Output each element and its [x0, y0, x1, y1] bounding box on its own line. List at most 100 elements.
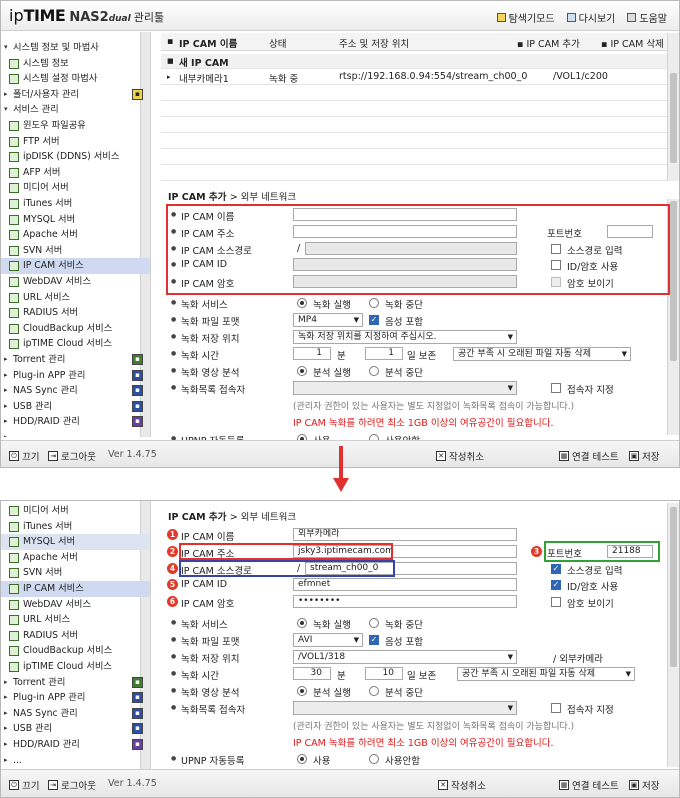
- expand-icon[interactable]: ▸: [4, 352, 8, 368]
- file-format-select[interactable]: AVI ▼: [293, 633, 363, 647]
- sidebar-item[interactable]: iTunes 서버: [1, 196, 150, 212]
- form-scrollbar[interactable]: [667, 503, 679, 767]
- list-scrollbar[interactable]: [667, 33, 679, 181]
- delete-ipcam-button[interactable]: ▪ IP CAM 삭제: [601, 36, 664, 50]
- save-location-select[interactable]: 녹화 저장 위치를 지정하여 주십시오. ▼: [293, 330, 517, 344]
- access-user-select[interactable]: ▼: [293, 381, 517, 395]
- sidebar-item[interactable]: ▸...: [1, 753, 150, 769]
- sidebar-item[interactable]: ▸ Plug-in APP 관리 ▪: [1, 368, 150, 384]
- connection-test-button[interactable]: ▦ 연결 테스트: [559, 449, 619, 463]
- sidebar-item[interactable]: 윈도우 파일공유: [1, 118, 150, 134]
- sidebar-item[interactable]: IP CAM 서비스: [1, 581, 150, 597]
- replay-link[interactable]: 다시보기: [566, 10, 615, 25]
- sidebar-item[interactable]: ipTIME Cloud 서비스: [1, 336, 150, 352]
- audio-checkbox[interactable]: ✓: [369, 315, 379, 325]
- ipcam-pw-input[interactable]: [293, 275, 517, 288]
- sidebar-item[interactable]: SVN 서버: [1, 565, 150, 581]
- save-button[interactable]: ▣ 저장: [629, 778, 659, 792]
- sidebar-item[interactable]: MYSQL 서버: [1, 534, 150, 550]
- expand-icon[interactable]: ▸: [4, 414, 8, 430]
- sidebar-item[interactable]: CloudBackup 서비스: [1, 643, 150, 659]
- sidebar-item[interactable]: ▸ HDD/RAID 관리 ▪: [1, 737, 150, 753]
- sidebar-item[interactable]: WebDAV 서비스: [1, 274, 150, 290]
- sidebar-item[interactable]: WebDAV 서비스: [1, 597, 150, 613]
- cancel-button[interactable]: ✕ 작성취소: [436, 449, 484, 463]
- sidebar-item[interactable]: 미디어 서버: [1, 180, 150, 196]
- collapse-icon[interactable]: ▾: [4, 40, 8, 56]
- sidebar-item[interactable]: URL 서비스: [1, 612, 150, 628]
- sidebar-item[interactable]: ipDISK (DDNS) 서비스: [1, 149, 150, 165]
- sidebar-item[interactable]: MYSQL 서버: [1, 212, 150, 228]
- collapse-icon[interactable]: ▾: [4, 102, 8, 118]
- sidebar-item[interactable]: ▸ NAS Sync 관리 ▪: [1, 706, 150, 722]
- sidebar-item[interactable]: URL 서비스: [1, 290, 150, 306]
- sidebar-item[interactable]: Apache 서버: [1, 227, 150, 243]
- sidebar-item[interactable]: ▸ USB 관리 ▪: [1, 721, 150, 737]
- upnp-use-radio[interactable]: [297, 754, 307, 764]
- auto-delete-select[interactable]: 공간 부족 시 오래된 파일 자동 삭제 ▼: [457, 667, 635, 681]
- sidebar-item[interactable]: iTunes 서버: [1, 519, 150, 535]
- idpw-use-checkbox[interactable]: ✓: [551, 580, 561, 590]
- sidebar-item[interactable]: SVN 서버: [1, 243, 150, 259]
- auto-delete-select[interactable]: 공간 부족 시 오래된 파일 자동 삭제 ▼: [453, 347, 631, 361]
- sidebar-item[interactable]: CloudBackup 서비스: [1, 321, 150, 337]
- ipcam-name-input[interactable]: [293, 208, 517, 221]
- expand-icon[interactable]: ▸: [4, 87, 8, 103]
- rec-stop-radio[interactable]: [369, 298, 379, 308]
- ipcam-src-input[interactable]: [305, 242, 517, 255]
- sidebar-item[interactable]: ▸ NAS Sync 관리 ▪: [1, 383, 150, 399]
- pw-show-checkbox[interactable]: [551, 277, 561, 287]
- ipcam-addr-input[interactable]: [293, 225, 517, 238]
- new-ipcam-row[interactable]: ■ 새 IP CAM: [161, 54, 667, 69]
- sidebar-item[interactable]: ▸ HDD/RAID 관리 ▪: [1, 414, 150, 430]
- expand-icon[interactable]: ▸: [4, 430, 8, 437]
- keep-days-input[interactable]: 10: [365, 667, 403, 680]
- sidebar-item[interactable]: ▾ 시스템 정보 및 마법사: [1, 40, 150, 56]
- sidebar-item[interactable]: 미디어 서버: [1, 503, 150, 519]
- sidebar-item[interactable]: AFP 서버: [1, 165, 150, 181]
- sidebar-item[interactable]: RADIUS 서버: [1, 305, 150, 321]
- sidebar-item[interactable]: ▸ 폴더/사용자 관리 ▪: [1, 87, 150, 103]
- sidebar-item[interactable]: IP CAM 서비스: [1, 258, 150, 274]
- explorer-mode-link[interactable]: 탐색기모드: [496, 10, 555, 25]
- sidebar-item[interactable]: ▸ Plug-in APP 관리 ▪: [1, 690, 150, 706]
- sidebar-item[interactable]: FTP 서버: [1, 134, 150, 150]
- expand-icon[interactable]: ▸: [4, 399, 8, 415]
- rec-minutes-input[interactable]: 1: [293, 347, 331, 360]
- expand-icon[interactable]: ▸: [4, 383, 8, 399]
- src-input-checkbox[interactable]: [551, 244, 561, 254]
- sidebar-item[interactable]: ▾ 서비스 관리: [1, 102, 150, 118]
- pw-show-checkbox[interactable]: [551, 597, 561, 607]
- access-user-select[interactable]: ▼: [293, 701, 517, 715]
- save-location-select[interactable]: /VOL1/318 ▼: [293, 650, 517, 664]
- sidebar-item[interactable]: ▸ Torrent 관리 ▪: [1, 352, 150, 368]
- analysis-stop-radio[interactable]: [369, 686, 379, 696]
- expand-icon[interactable]: ▸: [4, 706, 8, 722]
- logout-button[interactable]: ⇥ 로그아웃: [48, 778, 96, 792]
- expand-icon[interactable]: ▸: [4, 690, 8, 706]
- rec-run-radio[interactable]: [297, 618, 307, 628]
- save-button[interactable]: ▣ 저장: [629, 449, 659, 463]
- analysis-run-radio[interactable]: [297, 366, 307, 376]
- access-set-checkbox[interactable]: [551, 703, 561, 713]
- sidebar-item[interactable]: ▸ USB 관리 ▪: [1, 399, 150, 415]
- off-button[interactable]: ⏻ 끄기: [9, 449, 39, 463]
- sidebar-item[interactable]: RADIUS 서버: [1, 628, 150, 644]
- analysis-run-radio[interactable]: [297, 686, 307, 696]
- sidebar-item[interactable]: Apache 서버: [1, 550, 150, 566]
- keep-days-input[interactable]: 1: [365, 347, 403, 360]
- ipcam-name-input[interactable]: 외부카메라: [293, 528, 517, 541]
- rec-stop-radio[interactable]: [369, 618, 379, 628]
- src-input-checkbox[interactable]: ✓: [551, 564, 561, 574]
- add-ipcam-button[interactable]: ▪ IP CAM 추가: [517, 36, 580, 50]
- sidebar-item[interactable]: ▸ Torrent 관리 ▪: [1, 675, 150, 691]
- expand-icon[interactable]: ▸: [4, 368, 8, 384]
- expand-icon[interactable]: ▸: [4, 753, 8, 769]
- port-input[interactable]: [607, 225, 653, 238]
- sidebar-item[interactable]: ipTIME Cloud 서비스: [1, 659, 150, 675]
- upnp-nouse-radio[interactable]: [369, 754, 379, 764]
- rec-run-radio[interactable]: [297, 298, 307, 308]
- expand-icon[interactable]: ▸: [4, 721, 8, 737]
- expand-icon[interactable]: ▸: [4, 675, 8, 691]
- sidebar-item[interactable]: 시스템 설정 마법사: [1, 71, 150, 87]
